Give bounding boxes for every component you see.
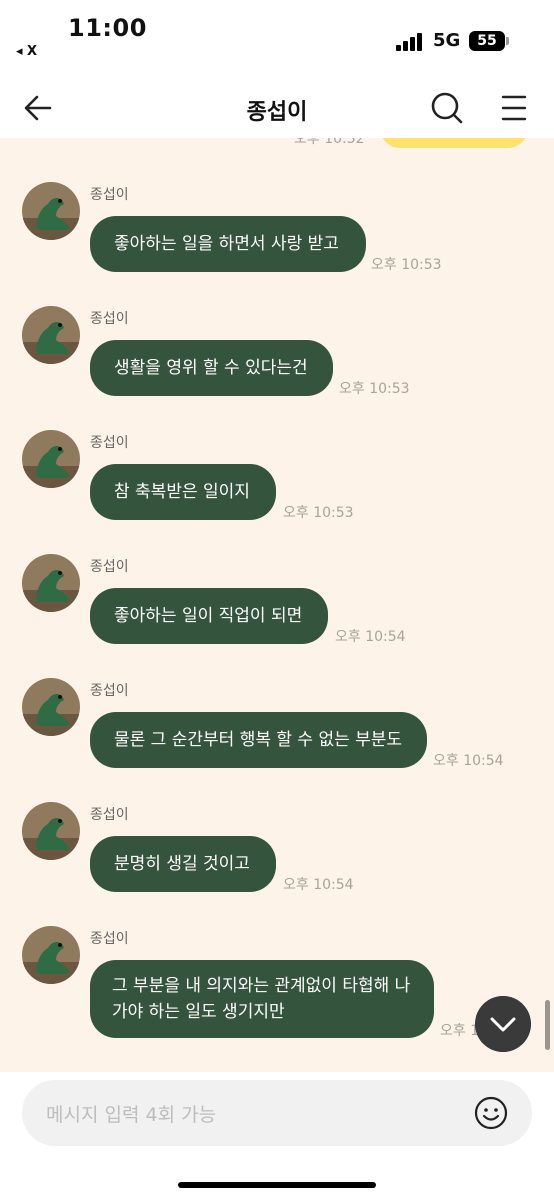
avatar[interactable] [22,926,80,984]
message-time: 오후 10:54 [335,629,406,645]
battery-tip [506,37,509,45]
composer: 메시지 입력 4회 가능 [0,1072,554,1200]
search-icon[interactable] [427,88,467,128]
message-bubble[interactable]: 그 부분을 내 의지와는 관계없이 타협해 나 가야 하는 일도 생기지만 [90,960,434,1038]
chat-area[interactable]: 오후 10:52 종섭이 좋아하는 일을 하면서 사랑 받고 오후 10:53 … [0,138,554,1072]
message-time: 오후 1 [440,1023,480,1039]
signal-icon [396,33,426,51]
message-line: 가야 하는 일도 생기지만 [112,1002,285,1022]
chat-title: 종섭이 [246,100,308,125]
battery-icon: 55 [469,31,505,51]
avatar[interactable] [22,182,80,240]
avatar[interactable] [22,430,80,488]
avatar[interactable] [22,554,80,612]
scroll-down-button[interactable] [475,996,531,1052]
sender-name: 종섭이 [90,311,129,327]
sender-name: 종섭이 [90,187,129,203]
sender-name: 종섭이 [90,559,129,575]
smiley-icon[interactable] [474,1096,508,1130]
back-to-app-link[interactable]: ◂ X [16,44,37,59]
avatar[interactable] [22,678,80,736]
message-time: 오후 10:52 [294,138,365,147]
message-input-placeholder: 메시지 입력 4회 가능 [46,1104,217,1126]
hamburger-menu-icon[interactable] [494,88,534,128]
status-bar: 11:00 ◂ X 5G 55 [0,0,554,80]
sender-name: 종섭이 [90,931,129,947]
avatar[interactable] [22,306,80,364]
message-time: 오후 10:53 [283,505,354,521]
status-time: 11:00 [68,14,147,42]
chat-header: 종섭이 [0,80,554,138]
message-bubble[interactable]: 좋아하는 일을 하면서 사랑 받고 [90,216,366,272]
message-bubble[interactable]: 생활을 영위 할 수 있다는건 [90,340,333,396]
scrollbar[interactable] [545,1000,550,1050]
avatar[interactable] [22,802,80,860]
message-time: 오후 10:53 [371,257,442,273]
sender-name: 종섭이 [90,683,129,699]
message-bubble[interactable]: 물론 그 순간부터 행복 할 수 없는 부분도 [90,712,427,768]
message-bubble[interactable]: 좋아하는 일이 직업이 되면 [90,588,328,644]
network-label: 5G [433,30,461,51]
message-time: 오후 10:53 [339,381,410,397]
home-indicator [178,1182,376,1188]
message-input[interactable]: 메시지 입력 4회 가능 [22,1080,532,1146]
message-bubble[interactable]: 분명히 생길 것이고 [90,836,276,892]
sender-name: 종섭이 [90,435,129,451]
message-line: 그 부분을 내 의지와는 관계없이 타협해 나 [112,976,411,996]
message-time: 오후 10:54 [433,753,504,769]
message-bubble[interactable]: 참 축복받은 일이지 [90,464,276,520]
sender-name: 종섭이 [90,807,129,823]
message-time: 오후 10:54 [283,877,354,893]
own-message-bubble[interactable] [380,138,528,148]
